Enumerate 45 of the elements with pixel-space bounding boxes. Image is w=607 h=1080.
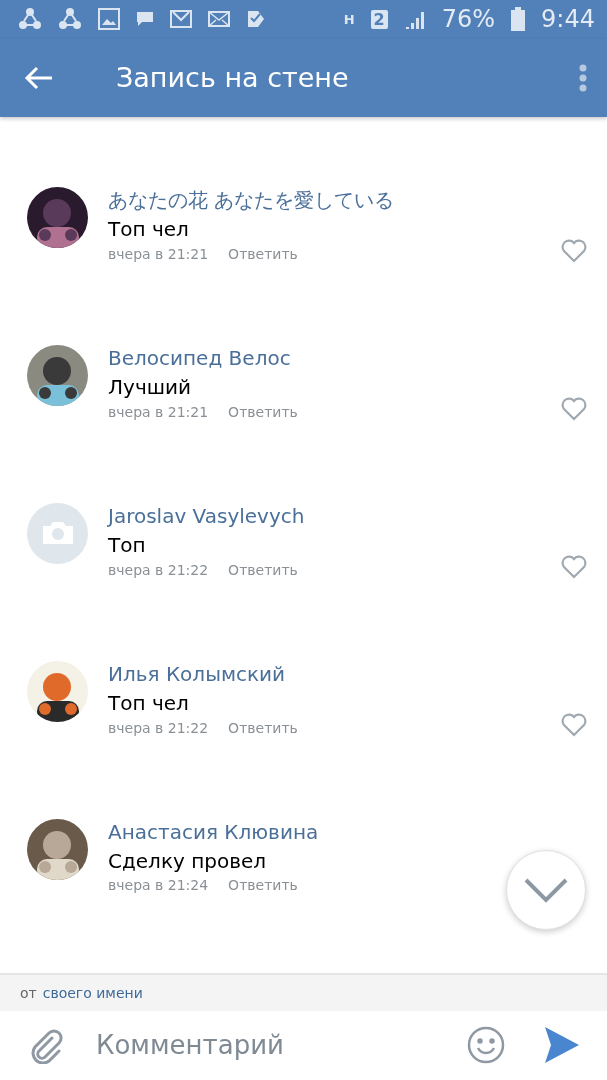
- like-icon[interactable]: [561, 238, 587, 263]
- clock: 9:44: [541, 5, 595, 34]
- send-button[interactable]: [545, 1027, 579, 1064]
- comment-time: вчера в 21:22: [108, 561, 209, 578]
- comment-text: Лучший: [108, 373, 192, 401]
- like-icon[interactable]: [561, 712, 587, 737]
- sender-link[interactable]: своего имени: [42, 984, 143, 1001]
- like-icon[interactable]: [561, 396, 587, 421]
- chat-icon: [136, 11, 154, 28]
- image-icon: [98, 8, 120, 31]
- like-icon[interactable]: [561, 554, 587, 579]
- menu-button[interactable]: [579, 63, 587, 92]
- reply-link[interactable]: Ответить: [228, 245, 298, 262]
- comment-text: Топ: [108, 531, 147, 559]
- comment-text: Сделку провел: [108, 847, 268, 875]
- reply-link[interactable]: Ответить: [228, 561, 298, 578]
- scroll-down-button[interactable]: [506, 850, 586, 930]
- comment-author[interactable]: Илья Колымский: [108, 660, 587, 687]
- mail-icon: [208, 11, 230, 28]
- reply-link[interactable]: Ответить: [228, 403, 298, 420]
- sim-indicator: 2: [370, 9, 388, 29]
- screen-title: Запись на стене: [116, 62, 350, 94]
- battery-percent: 76%: [441, 5, 496, 34]
- comment-time: вчера в 21:22: [108, 719, 209, 736]
- signal-icon: [403, 9, 426, 30]
- comment-text: Топ чел: [108, 215, 190, 243]
- comment-time: вчера в 21:21: [108, 245, 209, 262]
- comment-author[interactable]: あなたの花 あなたを愛している: [108, 186, 587, 213]
- check-icon: [246, 9, 266, 30]
- reply-link[interactable]: Ответить: [228, 719, 298, 736]
- emoji-button[interactable]: [467, 1026, 505, 1065]
- share-icon: [58, 7, 82, 32]
- comment-author[interactable]: Велосипед Велос: [108, 344, 587, 371]
- share-icon: [18, 7, 42, 32]
- battery-icon: [511, 7, 526, 32]
- network-type: H: [343, 11, 355, 27]
- sender-prefix: от: [20, 984, 37, 1001]
- comment-time: вчера в 21:21: [108, 403, 209, 420]
- comment-author[interactable]: Jaroslav Vasylevych: [108, 502, 587, 529]
- comment-time: вчера в 21:24: [108, 876, 209, 893]
- comment-text: Топ чел: [108, 689, 190, 717]
- chevron-down-icon: [523, 877, 569, 903]
- reply-link[interactable]: Ответить: [228, 876, 298, 893]
- back-button[interactable]: [24, 65, 54, 90]
- comment-author[interactable]: Анастасия Клювина: [108, 818, 587, 845]
